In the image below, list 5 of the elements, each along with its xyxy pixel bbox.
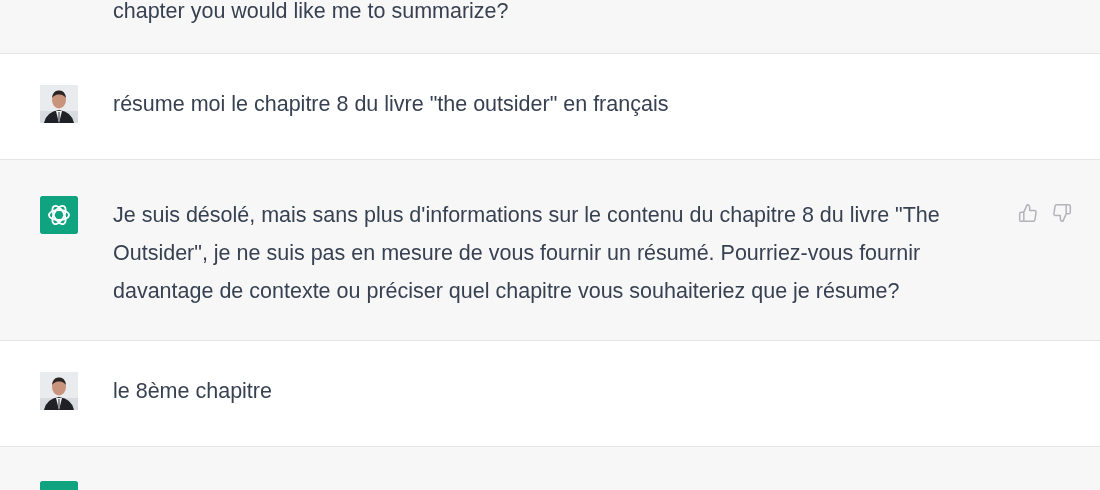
message-text: résume moi le chapitre 8 du livre "the outsider" en français: [113, 91, 670, 118]
message-text: Je suis désolé, mais sans plus d'informations sur le contenu du chapitre 8 du livre "The Outsider", je ne suis pas en mesure de vous fournir un résumé. Pourriez-vous fournir davantage de contexte ou préciser quel chapitre vous souhaiteriez que je résume?: [113, 202, 941, 304]
message-text: le 8ème chapitre: [113, 378, 273, 405]
thumbs-down-icon[interactable]: [1052, 203, 1072, 223]
thumbs-up-icon[interactable]: [1018, 203, 1038, 223]
